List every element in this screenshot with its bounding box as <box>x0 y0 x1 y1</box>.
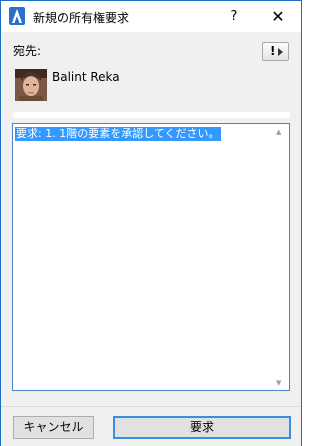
message-textarea[interactable]: 要求: 1. 1階の要素を承認してください。 ▲ ▼ <box>12 123 290 391</box>
archicad-app-icon <box>9 7 25 25</box>
help-button[interactable]: ? <box>219 2 249 31</box>
request-button[interactable]: 要求 <box>113 416 291 439</box>
title-bar: 新規の所有権要求 ? ✕ <box>1 1 301 32</box>
recipient-name: Balint Reka <box>52 70 120 84</box>
vertical-scrollbar[interactable]: ▲ ▼ <box>273 125 288 389</box>
separator <box>13 112 290 118</box>
message-text: 要求: 1. 1階の要素を承認してください。 <box>15 127 221 141</box>
dialog-title: 新規の所有権要求 <box>33 11 130 25</box>
cancel-button[interactable]: キャンセル <box>13 416 94 439</box>
ownership-request-dialog: 新規の所有権要求 ? ✕ 宛先: ! Balint Reka 要求: 1. 1階… <box>0 0 302 446</box>
chevron-right-icon <box>278 48 283 56</box>
avatar <box>15 69 47 101</box>
close-button[interactable]: ✕ <box>263 2 293 31</box>
priority-options-button[interactable]: ! <box>262 42 289 61</box>
scroll-down-icon[interactable]: ▼ <box>276 379 281 387</box>
button-bar: キャンセル 要求 <box>1 406 301 446</box>
to-label: 宛先: <box>13 44 42 58</box>
priority-icon: ! <box>270 44 276 58</box>
scroll-up-icon[interactable]: ▲ <box>276 128 281 136</box>
